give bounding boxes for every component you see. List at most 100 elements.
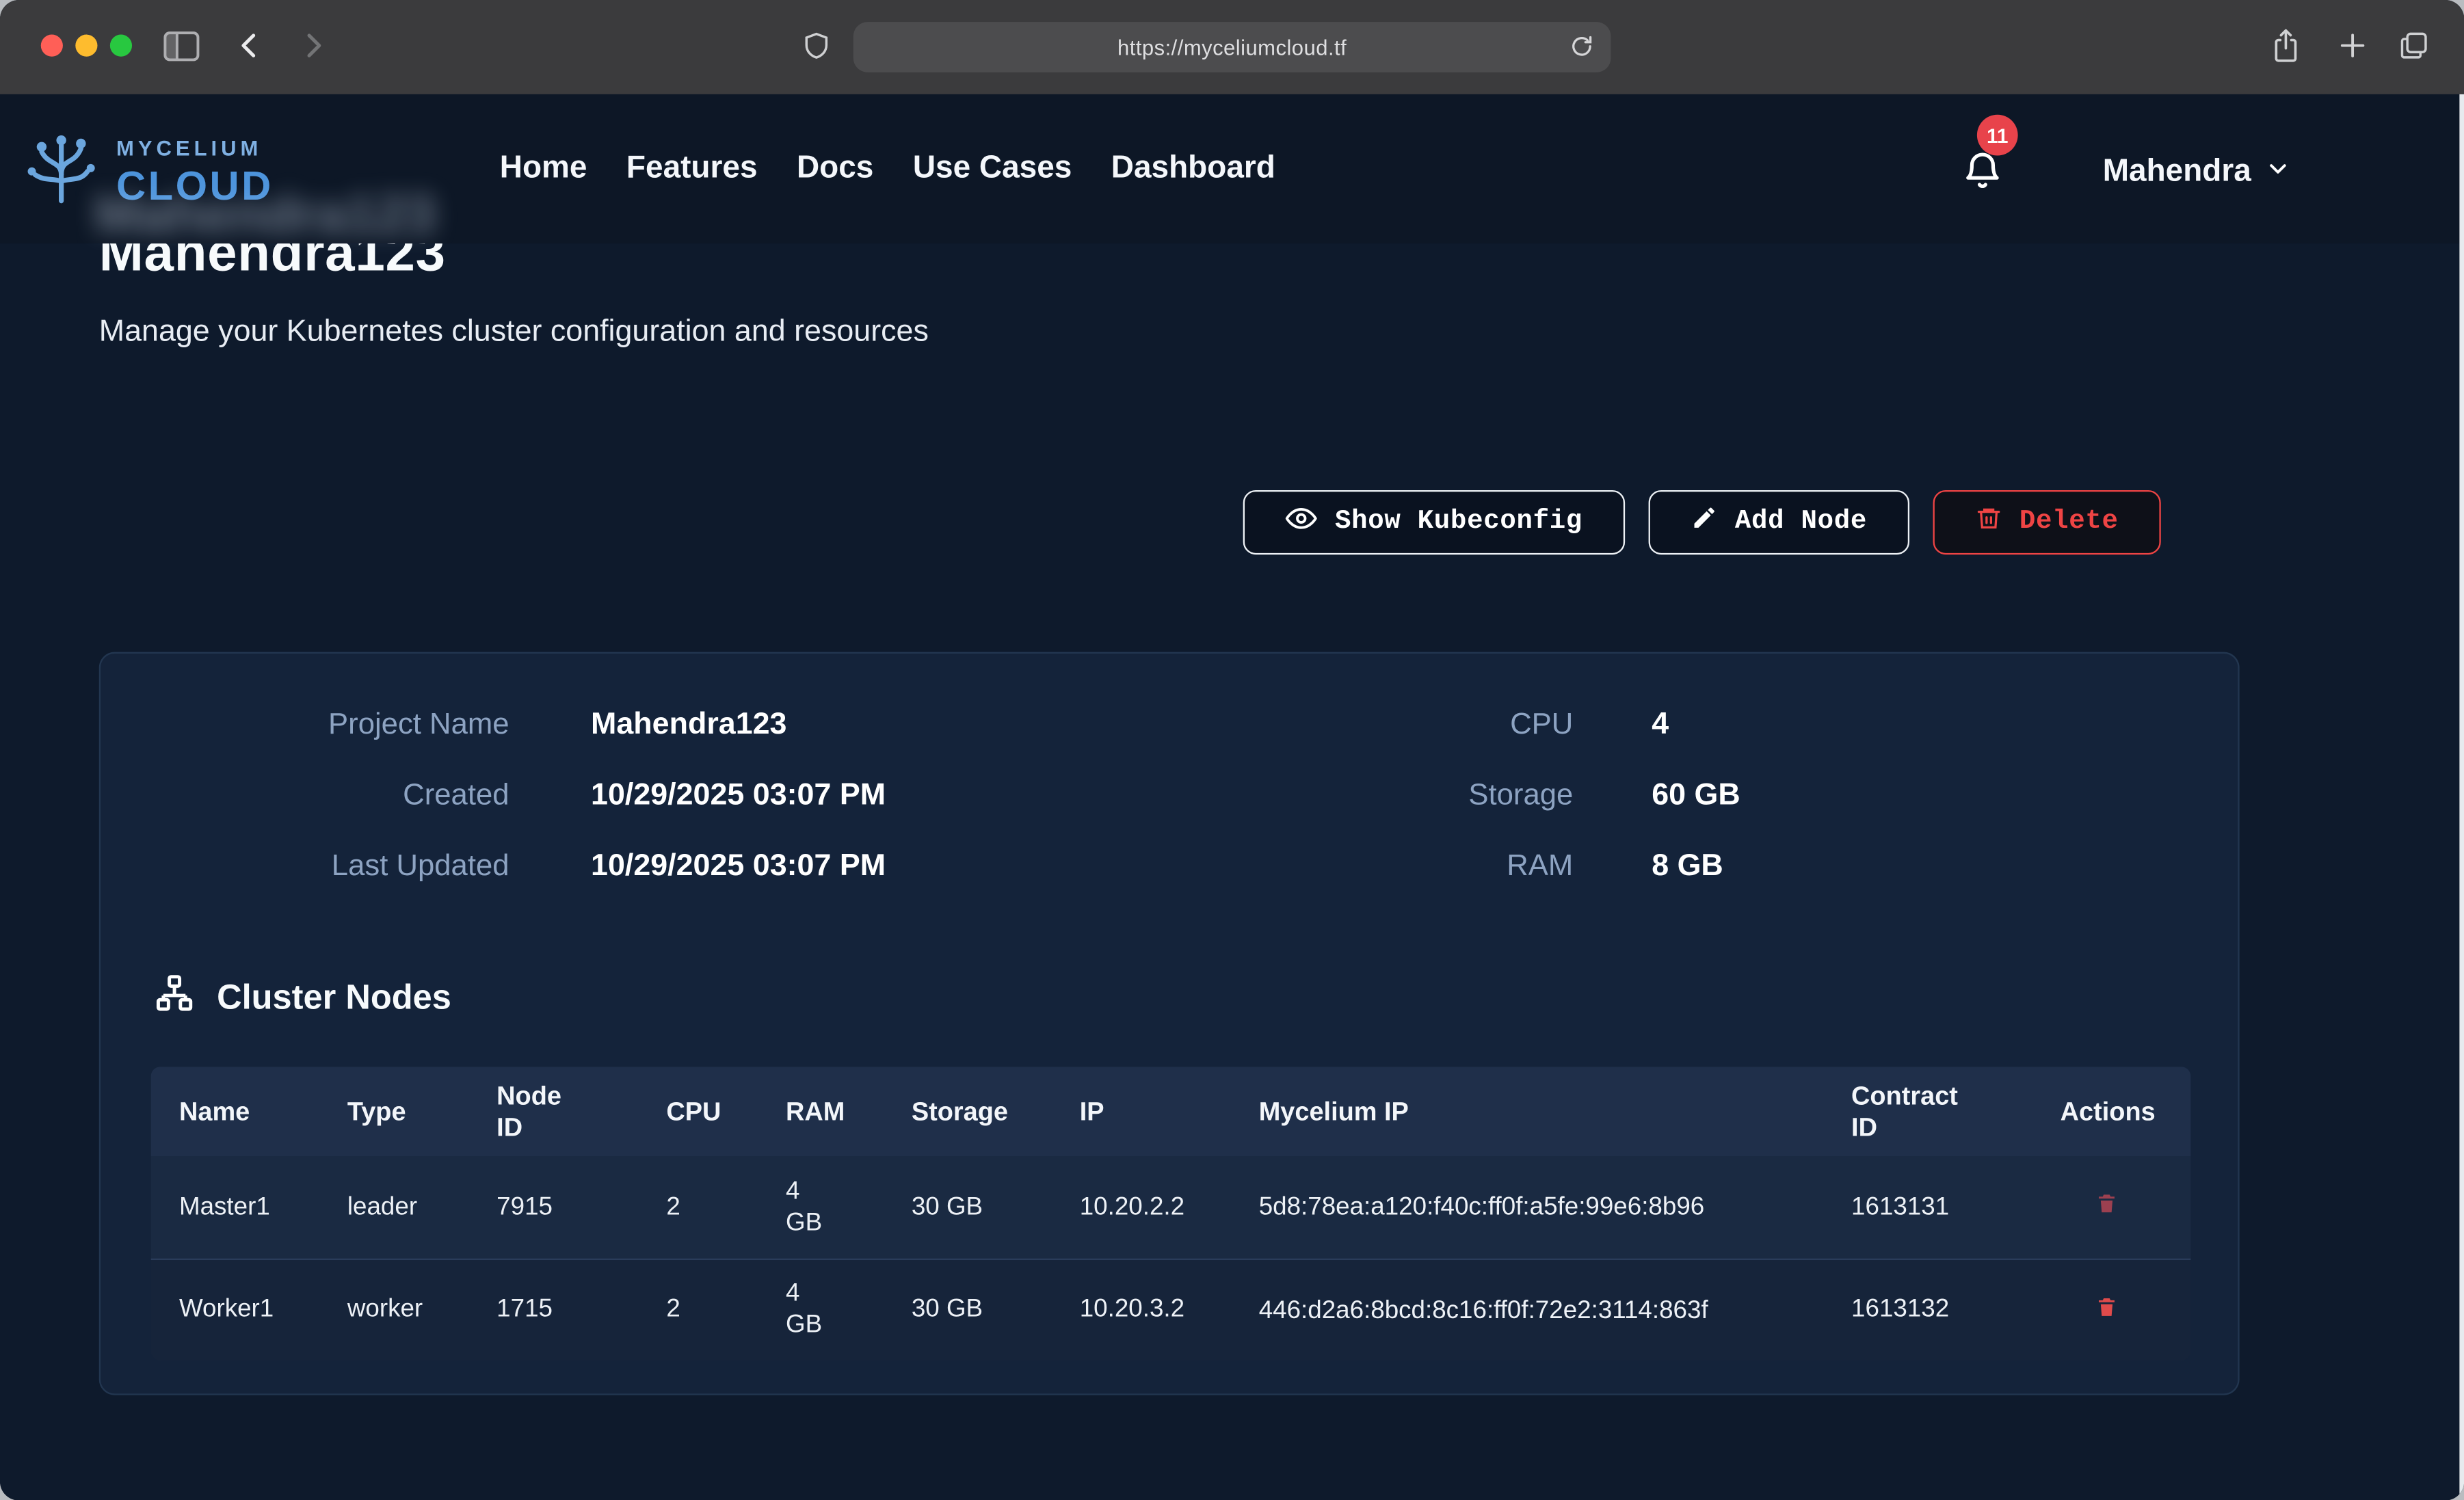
info-label: Storage bbox=[1201, 760, 1574, 831]
add-node-label: Add Node bbox=[1735, 507, 1867, 537]
mycelium-logo-icon bbox=[22, 132, 101, 212]
site-nav: MYCELIUM CLOUD Home Features Docs Use Ca… bbox=[0, 94, 2464, 243]
cell-mycelium-ip: 5d8:78ea:a120:f40c:ff0f:a5fe:99e6:8b96 bbox=[1259, 1191, 1851, 1224]
privacy-shield-icon[interactable] bbox=[802, 30, 832, 63]
info-row: Project Name Mahendra123 bbox=[101, 690, 886, 760]
brand-text: MYCELIUM CLOUD bbox=[116, 139, 274, 206]
delete-cluster-button[interactable]: Delete bbox=[1933, 490, 2161, 554]
nav-links: Home Features Docs Use Cases Dashboard bbox=[500, 151, 1275, 187]
column-header: Name bbox=[179, 1096, 347, 1127]
show-kubeconfig-button[interactable]: Show Kubeconfig bbox=[1244, 490, 1625, 554]
delete-label: Delete bbox=[2019, 507, 2119, 537]
cell-storage: 30 GB bbox=[912, 1296, 1080, 1324]
screen: https://myceliumcloud.tf bbox=[0, 0, 2464, 1500]
column-header: RAM bbox=[786, 1096, 912, 1127]
info-label: Last Updated bbox=[101, 831, 509, 902]
info-row: Storage 60 GB bbox=[1201, 760, 1740, 831]
chevron-down-icon bbox=[2265, 155, 2292, 189]
browser-window: https://myceliumcloud.tf bbox=[0, 0, 2464, 1500]
cell-storage: 30 GB bbox=[912, 1193, 1080, 1221]
nav-link-use-cases[interactable]: Use Cases bbox=[913, 151, 1072, 187]
page: Mahendra123 Manage your Kubernetes clust… bbox=[0, 94, 2464, 1500]
column-header: Node ID bbox=[496, 1080, 666, 1143]
cell-contract-id: 1613131 bbox=[1851, 1193, 2061, 1221]
trash-icon bbox=[1976, 504, 2002, 541]
info-value: 4 bbox=[1652, 690, 1669, 760]
column-header: Contract ID bbox=[1851, 1080, 2061, 1143]
tab-overview-icon[interactable] bbox=[2398, 30, 2430, 62]
cell-name: Master1 bbox=[179, 1193, 347, 1221]
nav-link-docs[interactable]: Docs bbox=[797, 151, 873, 187]
cluster-actions: Show Kubeconfig Add Node Delete bbox=[1244, 490, 2161, 554]
info-label: CPU bbox=[1201, 690, 1574, 760]
cell-contract-id: 1613132 bbox=[1851, 1296, 2061, 1324]
reload-icon[interactable] bbox=[1568, 33, 1595, 59]
cell-node-id: 7915 bbox=[496, 1193, 666, 1221]
delete-node-icon[interactable] bbox=[2061, 1191, 2191, 1224]
info-row: CPU 4 bbox=[1201, 690, 1740, 760]
eye-icon bbox=[1286, 502, 1318, 543]
cell-ip: 10.20.3.2 bbox=[1080, 1296, 1259, 1324]
address-bar[interactable]: https://myceliumcloud.tf bbox=[853, 22, 1611, 72]
zoom-window-button[interactable] bbox=[110, 35, 132, 57]
browser-chrome: https://myceliumcloud.tf bbox=[0, 0, 2464, 96]
user-menu[interactable]: Mahendra bbox=[2103, 154, 2292, 190]
cluster-info-right: CPU 4 Storage 60 GB RAM 8 GB bbox=[1201, 690, 1740, 902]
minimize-window-button[interactable] bbox=[75, 35, 97, 57]
page-subtitle: Manage your Kubernetes cluster configura… bbox=[99, 314, 929, 351]
table-row: Worker1 worker 1715 2 4 GB 30 GB 10.20.3… bbox=[151, 1259, 2191, 1361]
column-header: IP bbox=[1080, 1096, 1259, 1127]
close-window-button[interactable] bbox=[41, 35, 63, 57]
bell-icon bbox=[1961, 171, 2004, 198]
cell-ram: 4 GB bbox=[786, 1279, 912, 1342]
column-header: Mycelium IP bbox=[1259, 1096, 1851, 1127]
notification-badge: 11 bbox=[1977, 115, 2018, 156]
nav-link-dashboard[interactable]: Dashboard bbox=[1111, 151, 1275, 187]
show-kubeconfig-label: Show Kubeconfig bbox=[1335, 507, 1582, 537]
info-row: Created 10/29/2025 03:07 PM bbox=[101, 760, 886, 831]
cluster-nodes-icon bbox=[154, 972, 195, 1021]
cell-type: worker bbox=[347, 1296, 496, 1324]
brand-name-top: MYCELIUM bbox=[116, 139, 274, 160]
nav-link-home[interactable]: Home bbox=[500, 151, 587, 187]
nodes-table: Name Type Node ID CPU RAM Storage IP Myc… bbox=[151, 1067, 2191, 1361]
share-icon[interactable] bbox=[2269, 27, 2302, 64]
back-icon[interactable] bbox=[233, 28, 267, 63]
cell-cpu: 2 bbox=[666, 1296, 786, 1324]
cell-cpu: 2 bbox=[666, 1193, 786, 1221]
info-label: Created bbox=[101, 760, 509, 831]
cluster-info-card: Project Name Mahendra123 Created 10/29/2… bbox=[99, 652, 2240, 1395]
cluster-nodes-title: Cluster Nodes bbox=[217, 976, 451, 1017]
table-row: Master1 leader 7915 2 4 GB 30 GB 10.20.2… bbox=[151, 1156, 2191, 1258]
user-name: Mahendra bbox=[2103, 154, 2251, 190]
cluster-nodes-section-header: Cluster Nodes bbox=[154, 972, 451, 1021]
info-value: 60 GB bbox=[1652, 760, 1740, 831]
column-header: Type bbox=[347, 1096, 496, 1127]
traffic-lights bbox=[41, 35, 132, 57]
column-header: Actions bbox=[2061, 1096, 2191, 1127]
url-text: https://myceliumcloud.tf bbox=[1117, 36, 1347, 59]
info-value: 10/29/2025 03:07 PM bbox=[591, 831, 886, 902]
info-row: Last Updated 10/29/2025 03:07 PM bbox=[101, 831, 886, 902]
scrollbar[interactable] bbox=[2459, 94, 2464, 1500]
info-label: Project Name bbox=[101, 690, 509, 760]
new-tab-icon[interactable] bbox=[2337, 30, 2368, 62]
notifications-button[interactable]: 11 bbox=[1961, 149, 2009, 196]
info-value: Mahendra123 bbox=[591, 690, 786, 760]
column-header: CPU bbox=[666, 1096, 786, 1127]
nav-link-features[interactable]: Features bbox=[626, 151, 758, 187]
cluster-info-left: Project Name Mahendra123 Created 10/29/2… bbox=[101, 690, 886, 902]
forward-icon[interactable] bbox=[295, 28, 330, 63]
add-node-button[interactable]: Add Node bbox=[1649, 490, 1910, 554]
cell-mycelium-ip: 446:d2a6:8bcd:8c16:ff0f:72e2:3114:863f bbox=[1259, 1294, 1851, 1326]
brand-logo[interactable]: MYCELIUM CLOUD bbox=[22, 132, 274, 212]
info-label: RAM bbox=[1201, 831, 1574, 902]
delete-node-icon[interactable] bbox=[2061, 1294, 2191, 1326]
cell-name: Worker1 bbox=[179, 1296, 347, 1324]
cell-node-id: 1715 bbox=[496, 1296, 666, 1324]
cell-ram: 4 GB bbox=[786, 1176, 912, 1239]
sidebar-toggle-icon[interactable] bbox=[163, 31, 200, 62]
info-value: 10/29/2025 03:07 PM bbox=[591, 760, 886, 831]
cell-type: leader bbox=[347, 1193, 496, 1221]
column-header: Storage bbox=[912, 1096, 1080, 1127]
